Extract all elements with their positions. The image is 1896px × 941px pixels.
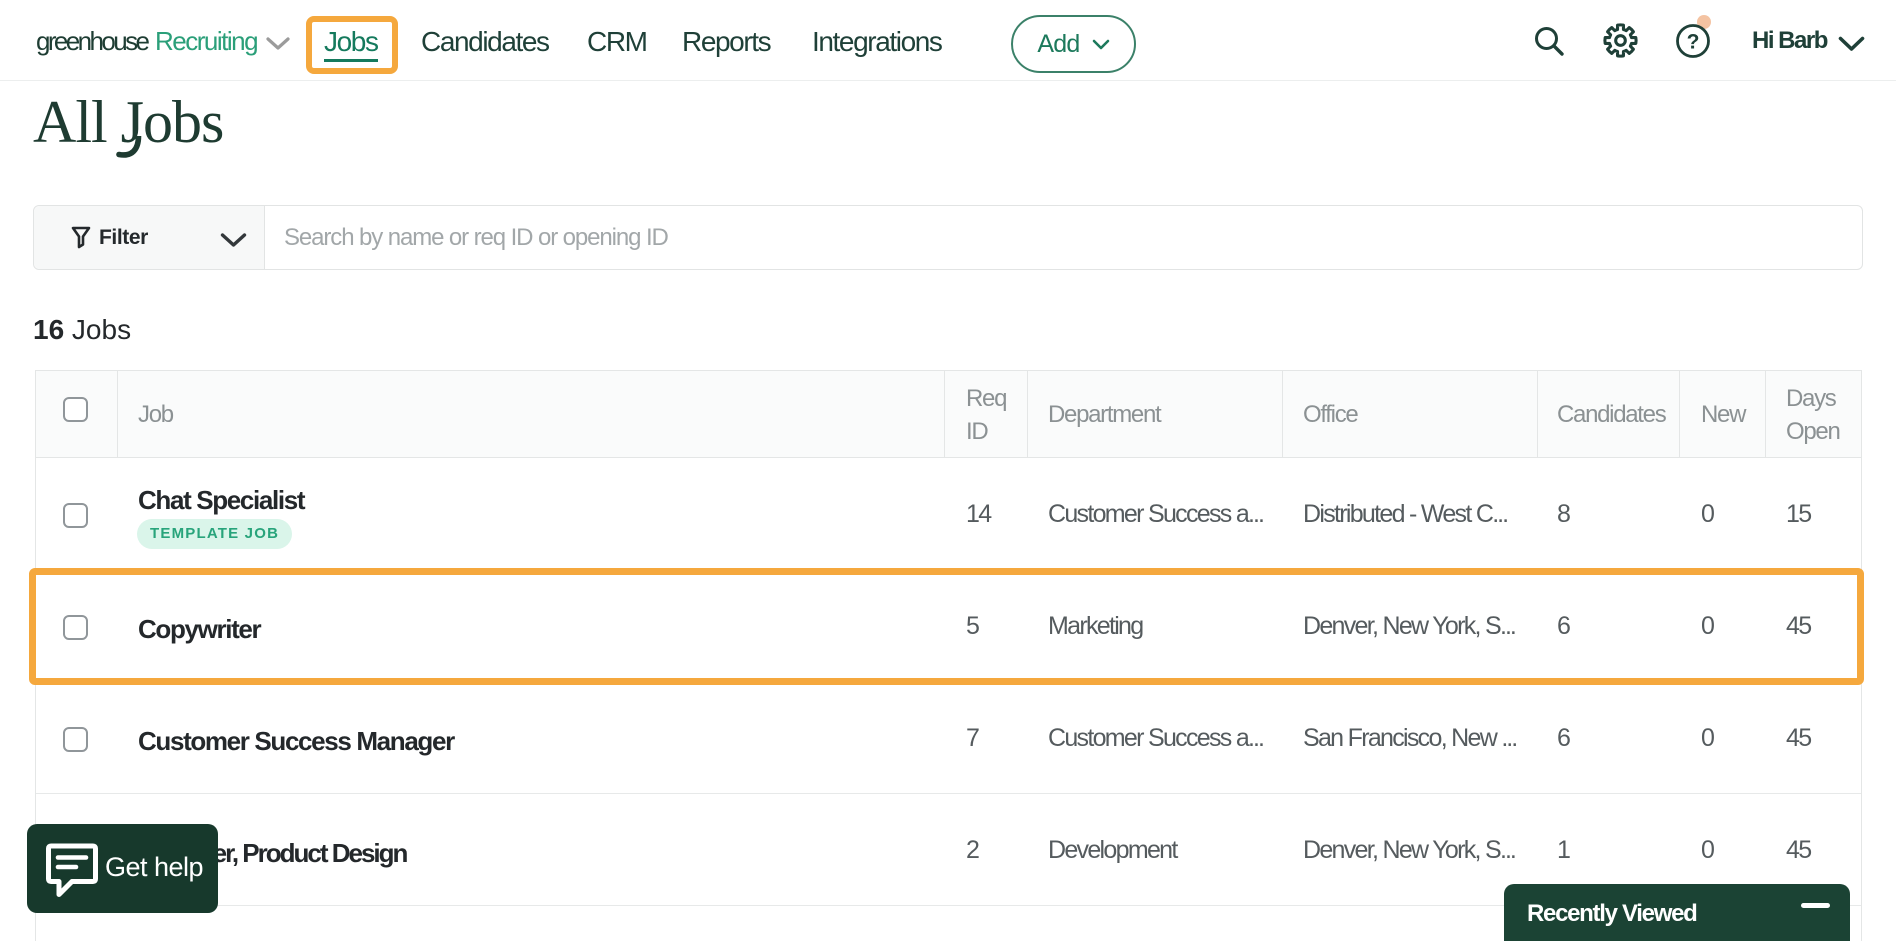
svg-text:?: ? [1687, 31, 1700, 54]
